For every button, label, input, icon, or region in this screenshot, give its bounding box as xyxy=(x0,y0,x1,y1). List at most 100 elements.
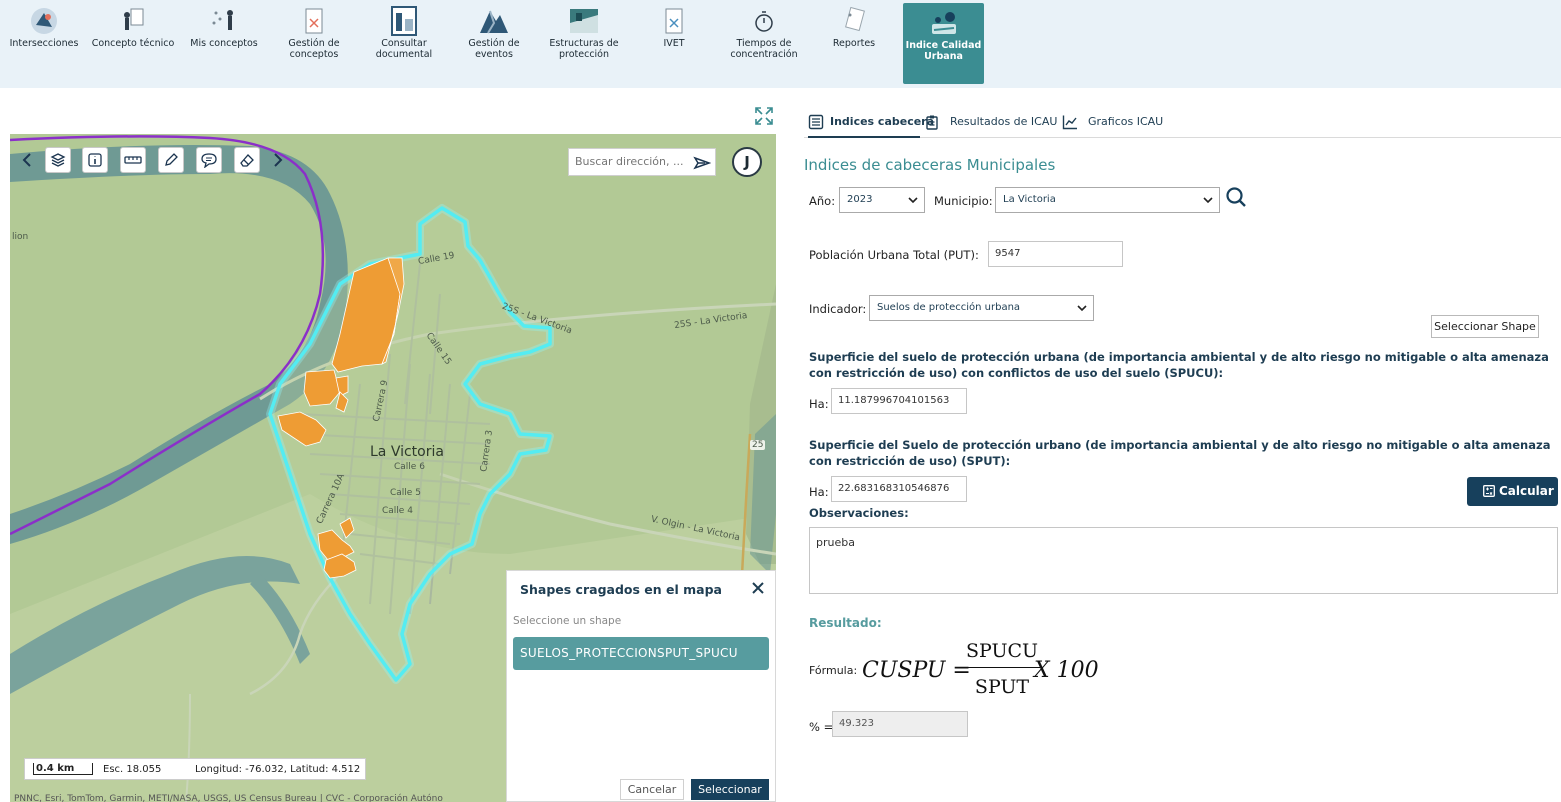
ivet-icon xyxy=(665,8,683,34)
search-icon[interactable] xyxy=(1225,186,1247,208)
module-label: Mis conceptos xyxy=(190,38,258,49)
module-indice-calidad-urbana[interactable]: Indice Calidad Urbana xyxy=(903,3,984,84)
concentration-times-icon xyxy=(755,11,773,32)
map-label: Calle 6 xyxy=(394,462,425,472)
map-label: Calle 4 xyxy=(382,506,413,516)
module-concepto-tecnico[interactable]: Concepto técnico xyxy=(89,0,177,84)
layers-button[interactable] xyxy=(45,147,71,173)
layers-icon xyxy=(50,153,66,167)
tab-resultados-icau[interactable]: Resultados de ICAU xyxy=(924,112,1058,138)
road-shield: 25 xyxy=(750,440,766,450)
municipio-select[interactable]: La Victoria xyxy=(995,187,1220,213)
info-button[interactable] xyxy=(82,147,108,173)
coordinates-readout: Longitud: -76.032, Latitud: 4.512 xyxy=(195,764,361,775)
module-gestion-conceptos[interactable]: Gestión de conceptos xyxy=(270,0,358,84)
map-city-label: La Victoria xyxy=(370,444,444,460)
technical-concept-icon xyxy=(124,8,144,30)
module-bar: Intersecciones Concepto técnico Mis conc… xyxy=(0,0,1561,88)
year-select[interactable]: 2023 xyxy=(839,187,925,213)
concept-management-icon xyxy=(305,8,323,34)
cancel-button[interactable]: Cancelar xyxy=(620,779,684,800)
module-consultar-documental[interactable]: Consultar documental xyxy=(360,0,448,84)
urban-quality-index-icon xyxy=(931,12,956,34)
tab-graficos-icau[interactable]: Graficos ICAU xyxy=(1062,112,1172,138)
my-concepts-icon xyxy=(212,10,233,30)
draw-button[interactable] xyxy=(158,147,184,173)
measure-button[interactable] xyxy=(120,147,146,173)
indicador-select[interactable]: Suelos de protección urbana xyxy=(869,295,1094,321)
close-icon[interactable] xyxy=(751,581,765,595)
scale-distance: 0.4 km xyxy=(33,763,93,775)
clipboard-icon xyxy=(926,115,938,130)
map-prev-arrow[interactable] xyxy=(18,148,36,172)
module-label: Reportes xyxy=(832,38,876,49)
ha-label: Ha: xyxy=(809,485,829,499)
observaciones-label: Observaciones: xyxy=(809,506,909,520)
observaciones-textarea[interactable]: prueba xyxy=(809,527,1558,594)
map-label: Calle 5 xyxy=(390,488,421,498)
map-view[interactable]: lion Calle 19 25S - La Victoria 25S - La… xyxy=(10,134,776,802)
shape-option[interactable]: SUELOS_PROTECCIONSPUT_SPUCU xyxy=(513,637,769,670)
module-gestion-eventos[interactable]: Gestión de eventos xyxy=(450,0,538,84)
tab-indices-cabecera[interactable]: Indices cabecera xyxy=(808,112,934,138)
map-search-input[interactable] xyxy=(575,155,685,168)
intersections-icon xyxy=(31,8,57,34)
expand-icon[interactable] xyxy=(754,106,774,126)
formula-denominator: SPUT xyxy=(974,676,1030,698)
module-intersecciones[interactable]: Intersecciones xyxy=(0,0,88,84)
ruler-icon xyxy=(124,156,142,164)
put-field[interactable]: 9547 xyxy=(988,241,1123,267)
formula-label: Fórmula: xyxy=(809,664,858,677)
document-query-icon xyxy=(391,6,417,36)
module-label: IVET xyxy=(663,38,685,49)
scale-bar: 0.4 km Esc. 18.055 Longitud: -76.032, La… xyxy=(24,758,366,780)
spucu-description: Superficie del suelo de protección urban… xyxy=(809,350,1549,380)
year-label: Año: xyxy=(809,194,836,208)
select-shape-button[interactable]: Seleccionar Shape xyxy=(1431,315,1539,338)
chevron-down-icon xyxy=(1077,305,1087,312)
module-label: Gestión de conceptos xyxy=(288,38,340,60)
indicador-label: Indicador: xyxy=(809,302,867,316)
calculator-icon xyxy=(1483,485,1495,497)
module-label: Estructuras de protección xyxy=(549,38,619,60)
map-next-arrow[interactable] xyxy=(269,148,287,172)
map-search-box xyxy=(568,148,716,176)
put-label: Población Urbana Total (PUT): xyxy=(809,248,979,262)
protection-structures-icon xyxy=(570,9,598,33)
sput-description: Superficie del Suelo de protección urban… xyxy=(809,438,1551,468)
tab-bar: Indices cabecera Resultados de ICAU Graf… xyxy=(804,108,1561,138)
module-tiempos-concentracion[interactable]: Tiempos de concentración xyxy=(720,0,808,84)
reports-icon xyxy=(845,6,865,32)
panel-title: Indices de cabeceras Municipales xyxy=(804,156,1056,174)
module-label: Tiempos de concentración xyxy=(730,38,798,60)
municipio-label: Municipio: xyxy=(934,194,993,208)
erase-button[interactable] xyxy=(234,147,260,173)
module-label: Consultar documental xyxy=(375,38,433,60)
module-label: Indice Calidad Urbana xyxy=(905,40,982,62)
module-mis-conceptos[interactable]: Mis conceptos xyxy=(180,0,268,84)
formula-rhs: X 100 xyxy=(1034,658,1099,683)
user-initial: J xyxy=(744,153,750,171)
module-label: Concepto técnico xyxy=(91,38,175,49)
ha-label: Ha: xyxy=(809,397,829,411)
send-icon[interactable] xyxy=(693,154,711,172)
map-label: lion xyxy=(12,232,29,242)
scale-ratio: Esc. 18.055 xyxy=(103,764,162,775)
chevron-down-icon xyxy=(908,197,918,204)
chevron-down-icon xyxy=(1203,197,1213,204)
map-attribution: PNNC, Esri, TomTom, Garmin, METI/NASA, U… xyxy=(14,794,443,802)
module-label: Gestión de eventos xyxy=(468,38,520,60)
line-chart-icon xyxy=(1062,115,1077,130)
module-estructuras-proteccion[interactable]: Estructuras de protección xyxy=(540,0,628,84)
spucu-field[interactable]: 11.187996704101563 xyxy=(831,388,967,414)
user-avatar-button[interactable]: J xyxy=(732,147,762,177)
comment-button[interactable] xyxy=(196,147,222,173)
module-ivet[interactable]: IVET xyxy=(630,0,718,84)
select-button[interactable]: Seleccionar xyxy=(691,779,769,800)
popup-subtitle: Seleccione un shape xyxy=(513,615,622,627)
event-management-icon xyxy=(480,10,508,34)
module-reportes[interactable]: Reportes xyxy=(810,0,898,84)
sput-field[interactable]: 22.683168310546876 xyxy=(831,476,967,502)
calcular-button[interactable]: Calcular xyxy=(1467,477,1558,506)
resultado-label: Resultado: xyxy=(809,616,882,630)
